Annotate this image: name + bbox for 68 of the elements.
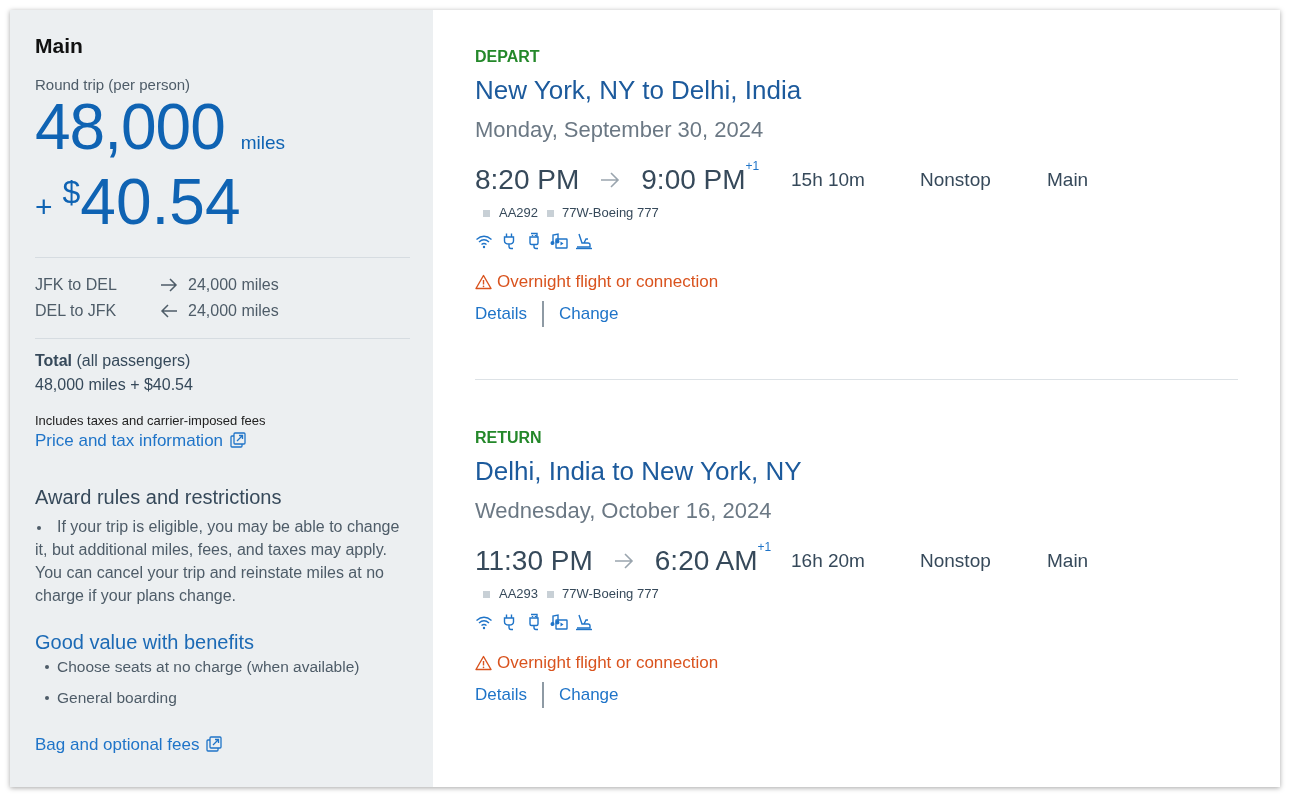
cabin-text: Main <box>1047 549 1089 573</box>
arrival-time: 6:20 AM <box>654 544 758 578</box>
bullet-icon <box>37 525 41 530</box>
trip-type: Round trip (per person) <box>35 75 192 95</box>
bullet-icon <box>45 696 49 700</box>
alert-text: Overnight flight or connection <box>497 271 719 293</box>
segment-route: DEL to JFK <box>35 301 118 321</box>
section-heading: Award rules and restrictions <box>35 485 283 510</box>
miles-amount: 48,000 <box>35 95 225 160</box>
bullet-icon <box>45 665 49 669</box>
stops-text: Nonstop <box>920 549 992 573</box>
aircraft-type: 77W-Boeing 777 <box>562 585 659 603</box>
right-arrow-icon <box>160 278 178 292</box>
section-label: DEPART <box>475 47 541 67</box>
stops-text: Nonstop <box>920 168 992 192</box>
seat-icon <box>575 232 593 250</box>
square-icon <box>483 209 490 217</box>
right-arrow-icon <box>613 553 634 569</box>
benefits-heading: Good value with benefits <box>35 630 256 655</box>
day-offset: +1 <box>757 540 772 554</box>
cabin-title: Main <box>35 34 84 58</box>
arrival-time: 9:00 PM <box>641 163 746 197</box>
alert-text: Overnight flight or connection <box>497 652 719 674</box>
day-offset: +1 <box>745 159 760 173</box>
text-link[interactable]: Details <box>475 303 527 325</box>
benefit-item: Choose seats at no charge (when available) <box>57 657 360 677</box>
departure-time: 11:30 PM <box>475 544 593 578</box>
square-icon <box>547 590 555 598</box>
flight-duration: 15h 10m <box>791 168 866 192</box>
miles-unit: miles <box>240 131 286 155</box>
left-arrow-icon <box>160 304 178 318</box>
currency-symbol: $ <box>62 174 81 210</box>
segment-miles: 24,000 miles <box>188 275 280 295</box>
segment-miles: 24,000 miles <box>188 301 280 321</box>
route-title: Delhi, India to New York, NY <box>475 455 803 487</box>
external-link-icon <box>230 432 247 448</box>
benefit-item: General boarding <box>57 688 177 708</box>
total-label: Total (all passengers) <box>35 351 192 371</box>
departure-time: 8:20 PM <box>475 163 580 197</box>
square-icon <box>483 590 490 598</box>
text-link[interactable]: Details <box>475 684 527 706</box>
aircraft-type: 77W-Boeing 777 <box>562 204 659 222</box>
route-title: New York, NY to Delhi, India <box>475 74 803 106</box>
total-amount: 48,000 miles + $40.54 <box>35 375 194 395</box>
bag-fees-link[interactable]: Bag and optional fees <box>35 735 223 754</box>
warning-icon <box>475 274 492 290</box>
flight-number: AA292 <box>499 204 539 222</box>
fees-note: Includes taxes and carrier-imposed fees <box>35 412 267 430</box>
right-arrow-icon <box>600 172 621 188</box>
flight-date: Monday, September 30, 2024 <box>475 116 765 144</box>
price-info-link[interactable]: Price and tax information <box>35 431 247 450</box>
rules-paragraph: If your trip is eligible, you may be able to change it, but additional miles, fees, and taxes may apply. You can cancel your trip and reinstate miles at no charge if your plans change. <box>35 517 401 606</box>
text-link[interactable]: Change <box>558 684 619 706</box>
flight-duration: 16h 20m <box>791 549 866 573</box>
plus-sign: + <box>35 188 53 225</box>
section-label: RETURN <box>475 428 543 448</box>
square-icon <box>547 209 555 217</box>
seat-icon <box>575 613 593 631</box>
cash-amount: 40.54 <box>80 170 241 235</box>
cabin-text: Main <box>1047 168 1089 192</box>
flight-date: Wednesday, October 16, 2024 <box>475 497 773 525</box>
entertainment-icon <box>550 232 568 250</box>
flight-number: AA293 <box>499 585 539 603</box>
text-link[interactable]: Change <box>558 303 619 325</box>
warning-icon <box>475 655 492 671</box>
external-link-icon <box>206 736 223 752</box>
entertainment-icon <box>550 613 568 631</box>
segment-route: JFK to DEL <box>35 275 118 295</box>
